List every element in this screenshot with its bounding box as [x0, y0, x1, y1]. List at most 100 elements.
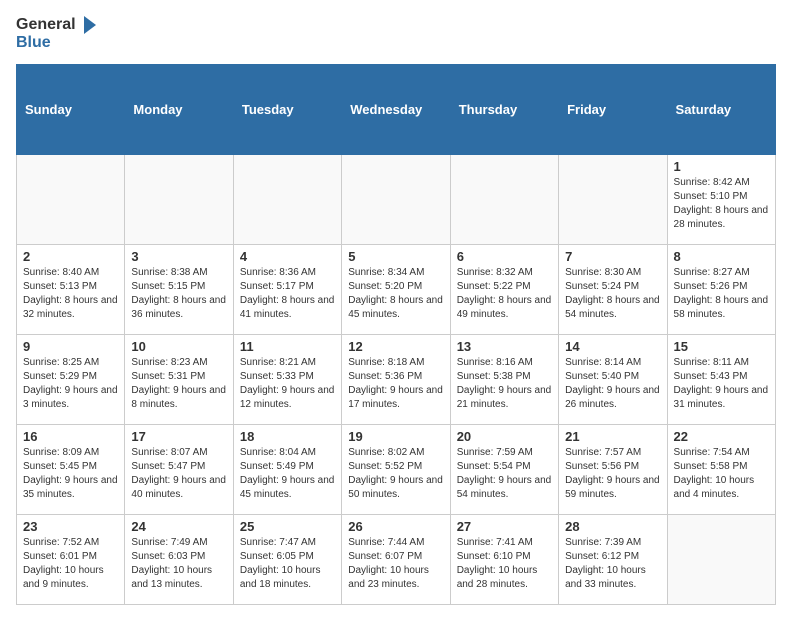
day-number: 24: [131, 519, 226, 534]
day-info: Sunrise: 8:25 AMSunset: 5:29 PMDaylight:…: [23, 356, 118, 412]
day-number: 8: [674, 249, 769, 264]
day-info: Sunrise: 8:32 AMSunset: 5:22 PMDaylight:…: [457, 266, 552, 322]
day-number: 12: [348, 339, 443, 354]
calendar-cell: 21Sunrise: 7:57 AMSunset: 5:56 PMDayligh…: [559, 424, 667, 514]
calendar-cell: 14 Sunrise: 8:14 AMSunset: 5:40 PMDayligh…: [559, 334, 667, 424]
day-info: Sunrise: 7:52 AMSunset: 6:01 PMDaylight:…: [23, 536, 118, 592]
day-number: 1: [674, 159, 769, 174]
calendar-cell: 8 Sunrise: 8:27 AMSunset: 5:26 PMDaylight…: [667, 244, 775, 334]
day-info: Sunrise: 7:49 AMSunset: 6:03 PMDaylight:…: [131, 536, 226, 592]
day-number: 22: [674, 429, 769, 444]
day-info: Sunrise: 8:40 AMSunset: 5:13 PMDaylight:…: [23, 266, 118, 322]
calendar-cell: 24 Sunrise: 7:49 AMSunset: 6:03 PMDayligh…: [125, 514, 233, 604]
day-number: 13: [457, 339, 552, 354]
day-number: 28: [565, 519, 660, 534]
logo: General Blue: [16, 16, 96, 52]
calendar-cell: 3 Sunrise: 8:38 AMSunset: 5:15 PMDaylight…: [125, 244, 233, 334]
day-number: 18: [240, 429, 335, 444]
day-number: 10: [131, 339, 226, 354]
day-info: Sunrise: 8:02 AMSunset: 5:52 PMDaylight:…: [348, 446, 443, 502]
week-row-5: 23 Sunrise: 7:52 AMSunset: 6:01 PMDayligh…: [17, 514, 776, 604]
logo-graphic: General Blue: [16, 16, 96, 52]
weekday-header-tuesday: Tuesday: [233, 64, 341, 154]
day-info: Sunrise: 8:23 AMSunset: 5:31 PMDaylight:…: [131, 356, 226, 412]
day-number: 25: [240, 519, 335, 534]
calendar-cell: 1 Sunrise: 8:42 AMSunset: 5:10 PMDaylight…: [667, 154, 775, 244]
calendar-cell: [667, 514, 775, 604]
calendar-cell: 9 Sunrise: 8:25 AMSunset: 5:29 PMDaylight…: [17, 334, 125, 424]
day-info: Sunrise: 8:27 AMSunset: 5:26 PMDaylight:…: [674, 266, 769, 322]
day-number: 3: [131, 249, 226, 264]
day-number: 19: [348, 429, 443, 444]
calendar-cell: 16 Sunrise: 8:09 AMSunset: 5:45 PMDayligh…: [17, 424, 125, 514]
calendar-cell: 20 Sunrise: 7:59 AMSunset: 5:54 PMDayligh…: [450, 424, 558, 514]
day-number: 15: [674, 339, 769, 354]
weekday-header-thursday: Thursday: [450, 64, 558, 154]
day-number: 17: [131, 429, 226, 444]
calendar-cell: 4 Sunrise: 8:36 AMSunset: 5:17 PMDaylight…: [233, 244, 341, 334]
calendar-cell: 11 Sunrise: 8:21 AMSunset: 5:33 PMDayligh…: [233, 334, 341, 424]
day-info: Sunrise: 7:41 AMSunset: 6:10 PMDaylight:…: [457, 536, 552, 592]
day-info: Sunrise: 7:59 AMSunset: 5:54 PMDaylight:…: [457, 446, 552, 502]
calendar-cell: 2 Sunrise: 8:40 AMSunset: 5:13 PMDaylight…: [17, 244, 125, 334]
day-number: 4: [240, 249, 335, 264]
calendar-cell: 6Sunrise: 8:32 AMSunset: 5:22 PMDaylight…: [450, 244, 558, 334]
day-info: Sunrise: 8:07 AMSunset: 5:47 PMDaylight:…: [131, 446, 226, 502]
calendar-cell: 26 Sunrise: 7:44 AMSunset: 6:07 PMDayligh…: [342, 514, 450, 604]
calendar-cell: [342, 154, 450, 244]
day-info: Sunrise: 8:30 AMSunset: 5:24 PMDaylight:…: [565, 266, 660, 322]
day-number: 20: [457, 429, 552, 444]
calendar-table: SundayMondayTuesdayWednesdayThursdayFrid…: [16, 64, 776, 605]
day-number: 11: [240, 339, 335, 354]
logo-general: General: [16, 16, 76, 34]
day-info: Sunrise: 8:42 AMSunset: 5:10 PMDaylight:…: [674, 176, 769, 232]
calendar-cell: 22 Sunrise: 7:54 AMSunset: 5:58 PMDayligh…: [667, 424, 775, 514]
day-number: 9: [23, 339, 118, 354]
day-info: Sunrise: 8:21 AMSunset: 5:33 PMDaylight:…: [240, 356, 335, 412]
calendar-cell: [233, 154, 341, 244]
calendar-cell: 10 Sunrise: 8:23 AMSunset: 5:31 PMDayligh…: [125, 334, 233, 424]
day-info: Sunrise: 8:14 AMSunset: 5:40 PMDaylight:…: [565, 356, 660, 412]
calendar-cell: 18 Sunrise: 8:04 AMSunset: 5:49 PMDayligh…: [233, 424, 341, 514]
calendar-cell: 19 Sunrise: 8:02 AMSunset: 5:52 PMDayligh…: [342, 424, 450, 514]
day-number: 7: [565, 249, 660, 264]
week-row-1: 1 Sunrise: 8:42 AMSunset: 5:10 PMDaylight…: [17, 154, 776, 244]
calendar-cell: 27Sunrise: 7:41 AMSunset: 6:10 PMDayligh…: [450, 514, 558, 604]
calendar-cell: [125, 154, 233, 244]
calendar-cell: 13 Sunrise: 8:16 AMSunset: 5:38 PMDayligh…: [450, 334, 558, 424]
weekday-header-friday: Friday: [559, 64, 667, 154]
day-info: Sunrise: 8:16 AMSunset: 5:38 PMDaylight:…: [457, 356, 552, 412]
day-info: Sunrise: 8:09 AMSunset: 5:45 PMDaylight:…: [23, 446, 118, 502]
calendar-cell: 7 Sunrise: 8:30 AMSunset: 5:24 PMDaylight…: [559, 244, 667, 334]
calendar-cell: 5 Sunrise: 8:34 AMSunset: 5:20 PMDaylight…: [342, 244, 450, 334]
calendar-cell: 12 Sunrise: 8:18 AMSunset: 5:36 PMDayligh…: [342, 334, 450, 424]
calendar-cell: 23 Sunrise: 7:52 AMSunset: 6:01 PMDayligh…: [17, 514, 125, 604]
weekday-header-monday: Monday: [125, 64, 233, 154]
weekday-header-row: SundayMondayTuesdayWednesdayThursdayFrid…: [17, 64, 776, 154]
calendar-cell: 17 Sunrise: 8:07 AMSunset: 5:47 PMDayligh…: [125, 424, 233, 514]
day-number: 16: [23, 429, 118, 444]
weekday-header-saturday: Saturday: [667, 64, 775, 154]
day-info: Sunrise: 8:34 AMSunset: 5:20 PMDaylight:…: [348, 266, 443, 322]
calendar-cell: 25 Sunrise: 7:47 AMSunset: 6:05 PMDayligh…: [233, 514, 341, 604]
day-info: Sunrise: 7:44 AMSunset: 6:07 PMDaylight:…: [348, 536, 443, 592]
calendar-cell: 28Sunrise: 7:39 AMSunset: 6:12 PMDayligh…: [559, 514, 667, 604]
day-number: 26: [348, 519, 443, 534]
day-number: 23: [23, 519, 118, 534]
day-number: 5: [348, 249, 443, 264]
weekday-header-sunday: Sunday: [17, 64, 125, 154]
calendar-cell: [17, 154, 125, 244]
calendar-cell: [559, 154, 667, 244]
day-info: Sunrise: 8:38 AMSunset: 5:15 PMDaylight:…: [131, 266, 226, 322]
day-info: Sunrise: 8:36 AMSunset: 5:17 PMDaylight:…: [240, 266, 335, 322]
day-number: 14: [565, 339, 660, 354]
day-info: Sunrise: 8:04 AMSunset: 5:49 PMDaylight:…: [240, 446, 335, 502]
calendar-cell: 15Sunrise: 8:11 AMSunset: 5:43 PMDayligh…: [667, 334, 775, 424]
logo-arrow-icon: [78, 16, 96, 34]
day-number: 2: [23, 249, 118, 264]
week-row-3: 9 Sunrise: 8:25 AMSunset: 5:29 PMDaylight…: [17, 334, 776, 424]
logo-blue: Blue: [16, 34, 96, 52]
day-info: Sunrise: 7:54 AMSunset: 5:58 PMDaylight:…: [674, 446, 769, 502]
day-info: Sunrise: 7:47 AMSunset: 6:05 PMDaylight:…: [240, 536, 335, 592]
day-info: Sunrise: 8:18 AMSunset: 5:36 PMDaylight:…: [348, 356, 443, 412]
